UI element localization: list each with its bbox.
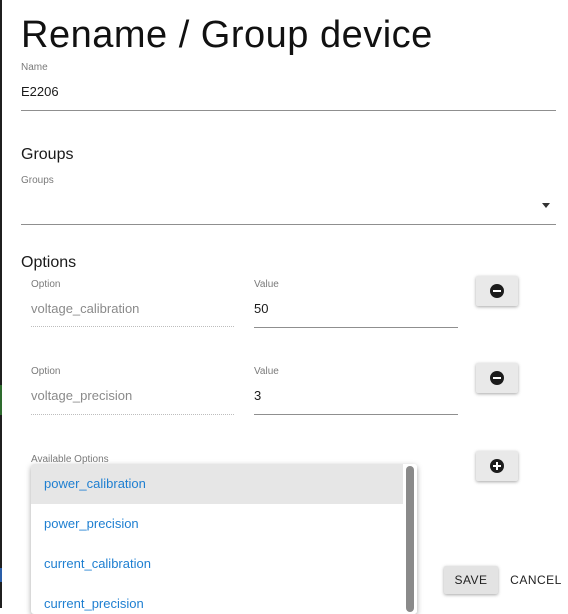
value-label: Value bbox=[254, 366, 279, 377]
option-value-underline bbox=[254, 414, 458, 415]
option-value-underline bbox=[254, 327, 458, 328]
option-value-input[interactable]: 50 bbox=[254, 301, 458, 321]
cancel-button[interactable]: CANCEL bbox=[508, 566, 564, 594]
option-value-input[interactable]: 3 bbox=[254, 388, 458, 408]
menu-item[interactable]: current_precision bbox=[31, 584, 403, 614]
menu-item[interactable]: power_precision bbox=[31, 504, 403, 544]
option-name-underline bbox=[31, 326, 234, 327]
menu-scrollbar-thumb[interactable] bbox=[406, 466, 414, 612]
groups-section-title: Groups bbox=[21, 146, 74, 163]
edge-accent-green bbox=[0, 385, 2, 415]
option-name-field: voltage_calibration bbox=[31, 301, 140, 316]
menu-item[interactable]: power_calibration bbox=[31, 464, 403, 504]
available-options-menu[interactable]: power_calibration power_precision curren… bbox=[31, 464, 417, 614]
option-label: Option bbox=[31, 366, 61, 377]
caret-down-icon[interactable] bbox=[542, 203, 550, 208]
name-field-label: Name bbox=[21, 62, 48, 73]
groups-select[interactable] bbox=[21, 192, 556, 222]
name-input[interactable]: E2206 bbox=[21, 84, 556, 106]
add-option-button[interactable] bbox=[476, 451, 518, 481]
menu-item[interactable]: current_calibration bbox=[31, 544, 403, 584]
window-edge bbox=[0, 0, 2, 608]
name-input-underline bbox=[21, 110, 556, 111]
option-name-field: voltage_precision bbox=[31, 388, 133, 403]
minus-circle-icon bbox=[490, 371, 504, 385]
options-section-title: Options bbox=[21, 254, 77, 271]
menu-scrollbar[interactable] bbox=[403, 464, 417, 614]
plus-circle-icon bbox=[490, 459, 504, 473]
minus-circle-icon bbox=[490, 284, 504, 298]
edge-accent-blue bbox=[0, 568, 2, 582]
groups-select-underline bbox=[21, 224, 556, 225]
remove-option-button[interactable] bbox=[476, 363, 518, 393]
option-name-underline bbox=[31, 414, 234, 415]
value-label: Value bbox=[254, 279, 279, 290]
dialog-title: Rename / Group device bbox=[21, 14, 433, 56]
remove-option-button[interactable] bbox=[476, 276, 518, 306]
option-label: Option bbox=[31, 279, 61, 290]
groups-field-label: Groups bbox=[21, 175, 54, 186]
save-button[interactable]: SAVE bbox=[444, 566, 498, 594]
